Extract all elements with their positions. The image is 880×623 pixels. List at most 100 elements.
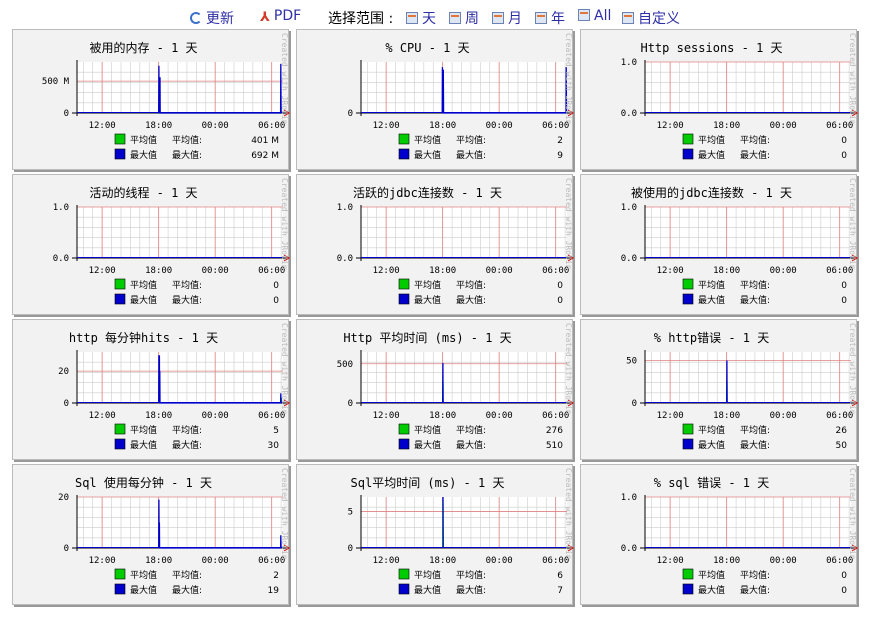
- legend-stat-label: 平均值:: [740, 569, 770, 581]
- plot-area: [645, 62, 851, 113]
- legend-name: 最大值: [414, 294, 441, 306]
- legend-stat-value: 0: [273, 296, 279, 306]
- x-tick-label: 18:00: [713, 411, 740, 421]
- plot-area: [77, 207, 283, 258]
- legend-stat-label: 最大值:: [456, 294, 486, 306]
- legend-stat-label: 平均值:: [456, 134, 486, 146]
- x-tick-label: 00:00: [202, 121, 229, 131]
- watermark: Created with JRobin: [848, 323, 857, 415]
- refresh-label: 更新: [206, 11, 234, 27]
- legend-stat-value: 692 M: [251, 151, 279, 161]
- pdf-button[interactable]: ⅄ PDF: [260, 8, 301, 25]
- watermark: Created with JRobin: [564, 323, 573, 415]
- legend-stat-label: 平均值:: [172, 569, 202, 581]
- legend-name: 最大值: [698, 149, 725, 161]
- range-custom-button[interactable]: 自定义: [622, 8, 680, 28]
- refresh-button[interactable]: 更新: [190, 8, 234, 28]
- x-tick-label: 12:00: [373, 556, 400, 566]
- watermark: Created with JRobin: [280, 33, 289, 125]
- legend-stat-label: 最大值:: [456, 149, 486, 161]
- legend-stat-label: 最大值:: [172, 439, 202, 451]
- y-tick-label: 0.0: [53, 254, 69, 264]
- legend-name: 平均值: [414, 569, 441, 581]
- chart-panel[interactable]: 被用的内存 - 1 天 12:00 18:00 00:00 06:00 0 500 M Cre…: [12, 29, 290, 170]
- legend-name: 最大值: [698, 439, 725, 451]
- chart-panel[interactable]: Sql 使用每分钟 - 1 天 12:00 18:00 00:00 06:00 0 20 Cr…: [12, 464, 290, 605]
- plot-area: [361, 497, 567, 548]
- legend-swatch: [114, 423, 126, 435]
- chart-panel[interactable]: % sql 错误 - 1 天 12:00 18:00 00:00 06:00 0.0 1.0…: [580, 464, 858, 605]
- legend-stat-label: 平均值:: [456, 424, 486, 436]
- chart-panel[interactable]: 活跃的jdbc连接数 - 1 天 12:00 18:00 00:00 06:00 0.0 1…: [296, 174, 574, 315]
- chart-svg: Sql 使用每分钟 - 1 天12:00 18:00 00:00 06:00020 Cr…: [58, 468, 290, 596]
- chart-panel[interactable]: http 每分钟hits - 1 天 12:00 18:00 00:00 06:00 0 2…: [12, 319, 290, 460]
- x-tick-label: 12:00: [373, 411, 400, 421]
- legend-name: 平均值: [130, 134, 157, 146]
- range-year-button[interactable]: 年: [535, 8, 565, 28]
- legend-stat-value: 30: [268, 441, 280, 451]
- legend-name: 最大值: [130, 584, 157, 596]
- chart-title: Sql平均时间 (ms) - 1 天: [351, 476, 505, 490]
- legend-stat-value: 401 M: [251, 136, 279, 146]
- legend-name: 最大值: [414, 584, 441, 596]
- legend-swatch: [682, 583, 694, 595]
- legend-swatch: [114, 133, 126, 145]
- legend-swatch: [114, 568, 126, 580]
- legend-name: 平均值: [130, 279, 157, 291]
- legend-name: 平均值: [414, 424, 441, 436]
- legend-stat-value: 0: [841, 136, 847, 146]
- chart-svg: Http 平均时间 (ms) - 1 天12:00 18:00 00:00 06:00…: [337, 323, 574, 451]
- legend-swatch: [682, 278, 694, 290]
- legend-stat-label: 平均值:: [456, 279, 486, 291]
- legend-swatch: [114, 148, 126, 160]
- chart-svg: http 每分钟hits - 1 天12:00 18:00 00:00 06:0002…: [58, 323, 290, 451]
- legend-stat-value: 0: [841, 281, 847, 291]
- range-all-button[interactable]: All: [578, 8, 611, 24]
- legend-swatch: [398, 293, 410, 305]
- chart-panel[interactable]: Sql平均时间 (ms) - 1 天 12:00 18:00 00:00 06:00 0 5…: [296, 464, 574, 605]
- legend-stat-label: 最大值:: [456, 584, 486, 596]
- range-day-button[interactable]: 天: [406, 8, 436, 28]
- legend-stat-value: 510: [546, 441, 563, 451]
- y-tick-label: 0.0: [621, 109, 637, 119]
- legend-swatch: [682, 423, 694, 435]
- legend-stat-label: 平均值:: [172, 279, 202, 291]
- chart-panel[interactable]: 活动的线程 - 1 天 12:00 18:00 00:00 06:00 0.0 1.0 Cre…: [12, 174, 290, 315]
- x-tick-label: 00:00: [770, 411, 797, 421]
- x-tick-label: 00:00: [770, 266, 797, 276]
- chart-svg: % sql 错误 - 1 天12:00 18:00 00:00 06:000.01.0…: [621, 468, 858, 596]
- legend-swatch: [398, 568, 410, 580]
- plot-area: [645, 207, 851, 258]
- x-tick-label: 18:00: [429, 121, 456, 131]
- x-tick-label: 12:00: [657, 121, 684, 131]
- calendar-icon: [622, 12, 634, 24]
- legend-stat-label: 最大值:: [172, 294, 202, 306]
- chart-title: 活跃的jdbc连接数 - 1 天: [353, 185, 502, 200]
- calendar-icon: [492, 12, 504, 24]
- y-tick-label: 1.0: [53, 203, 69, 213]
- legend-name: 最大值: [130, 439, 157, 451]
- x-tick-label: 18:00: [145, 266, 172, 276]
- legend-name: 平均值: [698, 424, 725, 436]
- chart-svg: 活跃的jdbc连接数 - 1 天12:00 18:00 00:00 06:000.01…: [337, 178, 574, 306]
- legend-swatch: [114, 583, 126, 595]
- watermark: Created with JRobin: [280, 323, 289, 415]
- chart-panel[interactable]: 被使用的jdbc连接数 - 1 天 12:00 18:00 00:00 06:00 0.0…: [580, 174, 858, 315]
- legend-name: 最大值: [414, 439, 441, 451]
- legend-name: 平均值: [414, 134, 441, 146]
- legend-swatch: [682, 293, 694, 305]
- chart-panel[interactable]: Http sessions - 1 天 12:00 18:00 00:00 06:00 0…: [580, 29, 858, 170]
- plot-area: [361, 62, 567, 113]
- y-tick-label: 500 M: [42, 77, 70, 87]
- legend-stat-value: 0: [841, 586, 847, 596]
- chart-title: Sql 使用每分钟 - 1 天: [75, 475, 212, 490]
- range-month-label: 月: [508, 11, 522, 27]
- chart-panel[interactable]: % http错误 - 1 天 12:00 18:00 00:00 06:00 0 50 Cre…: [580, 319, 858, 460]
- chart-panel[interactable]: Http 平均时间 (ms) - 1 天 12:00 18:00 00:00 06:00…: [296, 319, 574, 460]
- chart-panel[interactable]: % CPU - 1 天 12:00 18:00 00:00 06:00 0 Created …: [296, 29, 574, 170]
- range-week-button[interactable]: 周: [449, 8, 479, 28]
- watermark: Created with JRobin: [280, 468, 289, 560]
- range-month-button[interactable]: 月: [492, 8, 522, 28]
- legend-stat-label: 平均值:: [740, 279, 770, 291]
- range-custom-label: 自定义: [638, 11, 680, 27]
